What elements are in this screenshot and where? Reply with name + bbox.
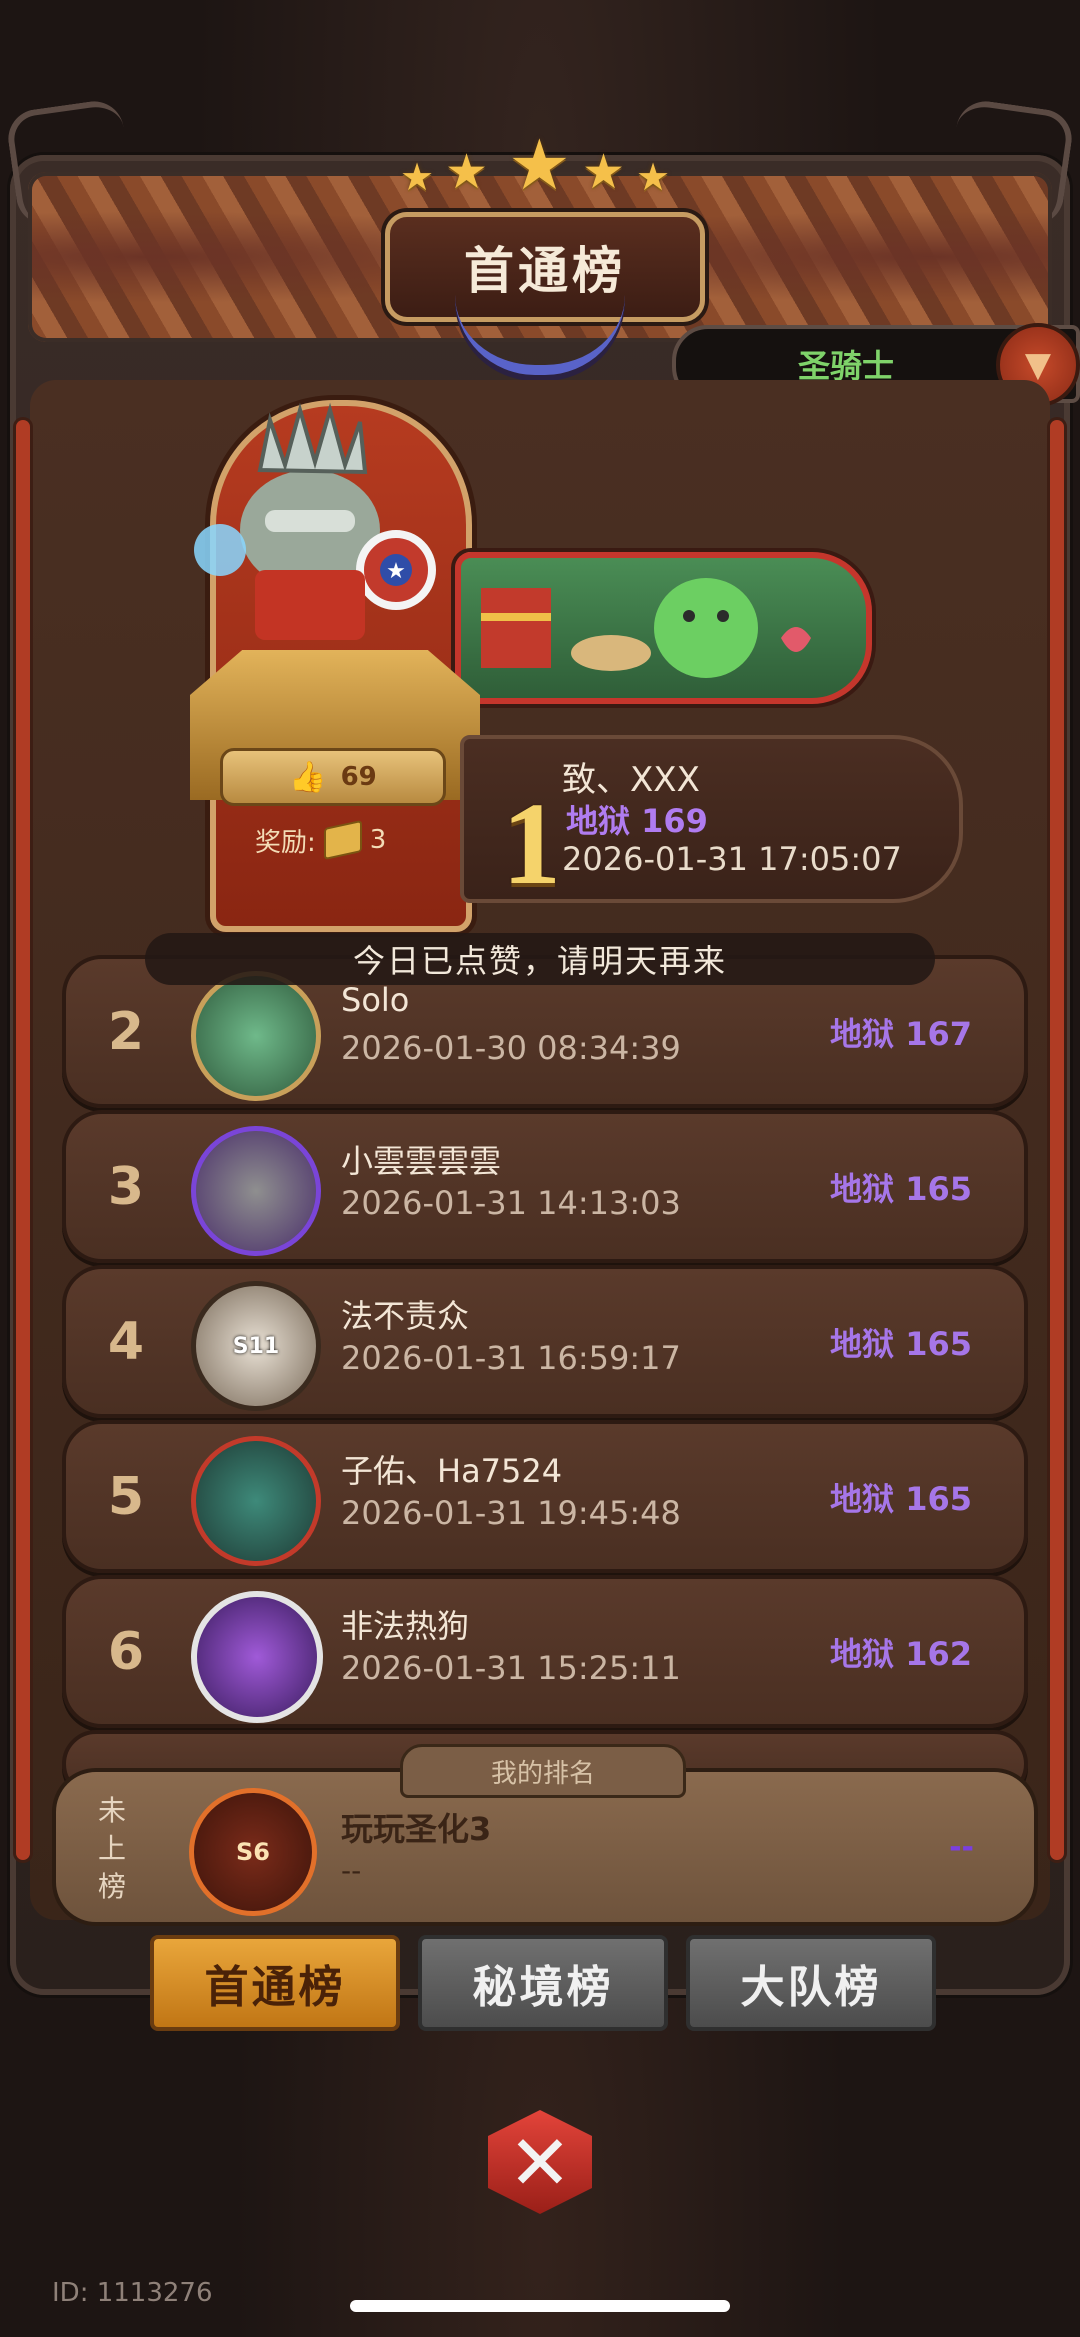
reward-count: 3 [369,825,387,855]
like-count: 69 [340,762,377,792]
close-button[interactable]: ✕ [478,2100,602,2224]
my-rank-status: 未上榜 [97,1794,126,1903]
row-time: 2026-01-31 15:25:11 [341,1649,681,1687]
leaderboard-tabs: 首通榜 秘境榜 大队榜 [150,1935,936,2031]
row-name: 法不责众 [341,1297,470,1335]
row-rank: 6 [107,1621,145,1682]
row-rank: 2 [107,1001,145,1062]
season-badge: S11 [232,1333,280,1359]
my-name: 玩玩圣化3 [341,1810,492,1848]
row-time: 2026-01-31 19:45:48 [341,1494,681,1532]
star-row: ★ ★ ★ ★ ★ [400,130,680,210]
star-icon: ★ [400,155,435,199]
top1-reward: 奖励: 3 [255,818,425,862]
svg-text:★: ★ [386,559,406,584]
table-row[interactable]: 5 子佑、Ha7524 2026-01-31 19:45:48 地狱 165 [62,1420,1028,1573]
gold-bar-icon [323,819,362,861]
row-name: Solo [341,981,410,1019]
row-rank: 3 [107,1156,145,1217]
row-level: 地狱 165 [830,1479,972,1518]
row-level: 地狱 162 [830,1634,972,1673]
row-time: 2026-01-31 14:13:03 [341,1184,681,1222]
toast-message: 今日已点赞，请明天再来 [145,933,935,985]
side-rail-right [1050,420,1064,1860]
hero-figure-icon: ★ [194,402,436,640]
player-avatar[interactable] [191,1436,321,1566]
top1-name: 致、XXX [562,760,700,800]
row-time: 2026-01-31 16:59:17 [341,1339,681,1377]
table-row[interactable]: 3 小雲雲雲雲 2026-01-31 14:13:03 地狱 165 [62,1110,1028,1263]
row-name: 非法热狗 [341,1607,470,1645]
player-avatar[interactable]: S11 [191,1281,321,1411]
home-indicator[interactable] [350,2300,730,2312]
pet-icon [481,578,811,678]
my-level: -- [949,1829,974,1865]
row-rank: 4 [107,1311,145,1372]
top1-pet-panel [455,552,872,704]
tab-squad[interactable]: 大队榜 [686,1935,936,2031]
like-button[interactable]: 👍 69 [220,748,446,806]
my-time: -- [341,1854,362,1887]
player-avatar[interactable] [191,971,321,1101]
star-icon: ★ [636,155,671,199]
thumbs-up-icon: 👍 [289,759,327,795]
table-row[interactable]: 6 非法热狗 2026-01-31 15:25:11 地狱 162 [62,1575,1028,1728]
star-icon: ★ [508,124,571,206]
tab-first-clear[interactable]: 首通榜 [150,1935,400,2031]
season-badge: S6 [236,1838,270,1866]
table-row[interactable]: 4 S11 法不责众 2026-01-31 16:59:17 地狱 165 [62,1265,1028,1418]
player-avatar[interactable] [191,1126,321,1256]
reward-label: 奖励: [255,827,316,858]
player-id: ID: 1113276 [52,2278,213,2308]
row-name: 小雲雲雲雲 [341,1142,502,1180]
row-time: 2026-01-30 08:34:39 [341,1029,681,1067]
top1-time: 2026-01-31 17:05:07 [562,840,902,878]
my-avatar[interactable]: S6 [189,1788,317,1916]
top1-level: 地狱 169 [566,802,708,840]
close-icon: ✕ [488,2110,592,2214]
row-name: 子佑、Ha7524 [341,1452,563,1490]
row-level: 地狱 165 [830,1324,972,1363]
star-icon: ★ [582,144,626,200]
star-icon: ★ [445,144,489,200]
player-avatar[interactable] [191,1591,323,1723]
side-rail-left [16,420,30,1860]
row-rank: 5 [107,1466,145,1527]
top1-rank: 1 [502,778,561,909]
tab-secret-realm[interactable]: 秘境榜 [418,1935,668,2031]
my-rank-label: 我的排名 [400,1744,686,1798]
row-level: 地狱 165 [830,1169,972,1208]
